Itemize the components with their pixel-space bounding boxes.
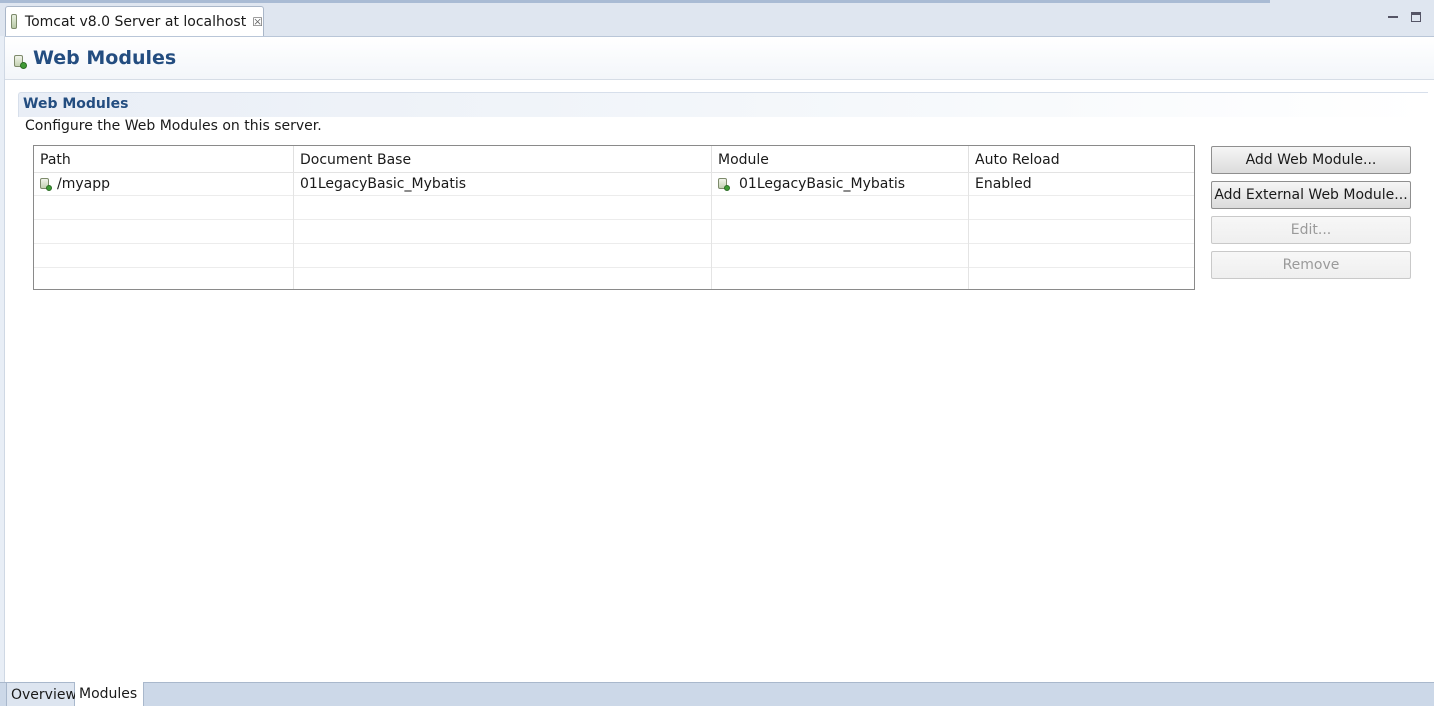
- empty-cell: [712, 244, 969, 268]
- empty-cell: [34, 268, 294, 289]
- cell-path: /myapp: [34, 172, 294, 196]
- editor-tab-tomcat-server[interactable]: Tomcat v8.0 Server at localhost ☒: [5, 6, 264, 36]
- tab-modules[interactable]: Modules: [75, 682, 144, 706]
- form-header: Web Modules: [5, 37, 1434, 80]
- auto-reload-value: Enabled: [975, 176, 1032, 192]
- server-module-icon: [14, 54, 27, 69]
- web-modules-table[interactable]: Path Document Base Module Auto Reload /m…: [33, 145, 1195, 290]
- web-module-icon: [40, 177, 52, 191]
- server-icon: [11, 14, 17, 29]
- empty-cell: [34, 244, 294, 268]
- project-icon: [718, 177, 730, 191]
- table-header: Path Document Base Module Auto Reload: [34, 146, 1194, 173]
- editor-page-tabs: Overview Modules: [0, 682, 1434, 706]
- empty-cell: [969, 196, 1194, 220]
- section-description: Configure the Web Modules on this server…: [25, 118, 322, 134]
- add-external-web-module-button[interactable]: Add External Web Module...: [1211, 181, 1411, 209]
- table-row-empty: [34, 268, 1194, 289]
- empty-cell: [294, 196, 712, 220]
- path-value: /myapp: [57, 176, 110, 192]
- empty-cell: [969, 244, 1194, 268]
- cell-document-base: 01LegacyBasic_Mybatis: [294, 172, 712, 196]
- add-web-module-button[interactable]: Add Web Module...: [1211, 146, 1411, 174]
- column-header-path[interactable]: Path: [34, 146, 294, 172]
- empty-cell: [969, 268, 1194, 289]
- empty-cell: [34, 196, 294, 220]
- section-header[interactable]: Web Modules: [18, 92, 1428, 117]
- page-title: Web Modules: [33, 47, 177, 69]
- editor-tab-bar: Tomcat v8.0 Server at localhost ☒: [0, 0, 1434, 37]
- table-row-empty: [34, 244, 1194, 268]
- empty-cell: [34, 220, 294, 244]
- editor-tab-title: Tomcat v8.0 Server at localhost: [24, 13, 247, 30]
- close-icon[interactable]: ☒: [252, 15, 263, 29]
- empty-cell: [712, 268, 969, 289]
- empty-cell: [294, 220, 712, 244]
- minimize-icon[interactable]: [1388, 12, 1398, 18]
- remove-button[interactable]: Remove: [1211, 251, 1411, 279]
- table-row-empty: [34, 220, 1194, 244]
- table-row-empty: [34, 196, 1194, 220]
- cell-module: 01LegacyBasic_Mybatis: [712, 172, 969, 196]
- tab-overview[interactable]: Overview: [6, 683, 77, 706]
- column-header-auto-reload[interactable]: Auto Reload: [969, 146, 1194, 172]
- empty-cell: [969, 220, 1194, 244]
- column-header-module[interactable]: Module: [712, 146, 969, 172]
- cell-auto-reload: Enabled: [969, 172, 1194, 196]
- column-header-document-base[interactable]: Document Base: [294, 146, 712, 172]
- table-row[interactable]: /myapp 01LegacyBasic_Mybatis 01LegacyBas…: [34, 172, 1194, 196]
- section-title: Web Modules: [23, 96, 129, 112]
- module-value: 01LegacyBasic_Mybatis: [739, 176, 905, 192]
- left-border: [0, 36, 5, 682]
- empty-cell: [712, 220, 969, 244]
- tabbar-highlight: [0, 0, 1270, 3]
- maximize-icon[interactable]: [1411, 12, 1421, 22]
- empty-cell: [294, 244, 712, 268]
- empty-cell: [712, 196, 969, 220]
- editor-window: Tomcat v8.0 Server at localhost ☒ Web Mo…: [0, 0, 1434, 706]
- empty-cell: [294, 268, 712, 289]
- document-base-value: 01LegacyBasic_Mybatis: [300, 176, 466, 192]
- edit-button[interactable]: Edit...: [1211, 216, 1411, 244]
